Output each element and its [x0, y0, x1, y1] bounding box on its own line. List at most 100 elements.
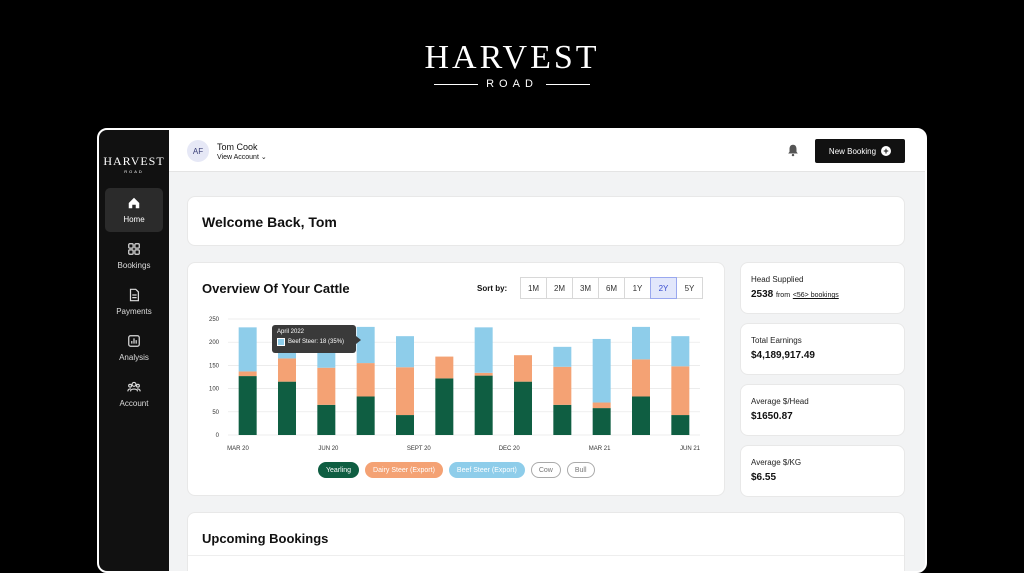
grid-icon	[128, 243, 140, 255]
new-booking-button[interactable]: New Booking +	[815, 139, 905, 163]
y-tick-label: 250	[209, 317, 220, 323]
bar-segment-1	[592, 408, 611, 435]
bar-segment-2	[356, 363, 375, 397]
bar-segment-2	[435, 356, 454, 379]
bar-segment-3	[592, 338, 611, 403]
page-title: Welcome Back, Tom	[202, 214, 337, 230]
bar-segment-2	[238, 371, 257, 377]
bar-segment-1	[632, 396, 650, 435]
upcoming-bookings-card: Upcoming Bookings	[187, 512, 905, 571]
chevron-down-icon: ⌄	[260, 154, 267, 161]
legend-cow[interactable]: Cow	[530, 462, 561, 478]
range-1m-button[interactable]: 1M	[520, 277, 547, 299]
range-3m-button[interactable]: 3M	[572, 277, 599, 299]
stat-label: Average $/KG	[751, 458, 802, 467]
overview-card: Overview Of Your Cattle Sort by: 1M 2M 3…	[187, 262, 725, 496]
stat-label: Total Earnings	[751, 336, 802, 345]
stat-label: Head Supplied	[751, 275, 804, 284]
bar-segment-3	[396, 336, 414, 368]
sidebar: HARVEST ROAD Home Bookings Payments Anal…	[99, 130, 169, 571]
bar-segment-1	[553, 404, 572, 435]
bar-segment-3	[238, 327, 257, 372]
legend-yearling[interactable]: Yearling	[318, 462, 360, 478]
sidebar-item-payments[interactable]: Payments	[105, 280, 163, 324]
user-name: Tom Cook	[217, 142, 258, 152]
x-tick-label: JUN 20	[318, 446, 339, 452]
range-selector: 1M 2M 3M 6M 1Y 2Y 5Y	[520, 277, 703, 299]
chart-legend: Yearling Dairy Steer (Export) Beef Steer…	[318, 462, 595, 478]
sidebar-item-label: Analysis	[119, 353, 149, 362]
range-6m-button[interactable]: 6M	[598, 277, 625, 299]
bar-segment-2	[396, 367, 414, 416]
bell-icon[interactable]	[786, 143, 800, 157]
legend-beef-steer[interactable]: Beef Steer (Export)	[448, 462, 525, 478]
bar-segment-2	[514, 355, 532, 382]
y-tick-label: 50	[212, 410, 219, 416]
bar-segment-3	[356, 326, 375, 364]
chart-tooltip: April 2022 Beef Steer: 18 (35%)	[272, 325, 361, 353]
bar-segment-3	[632, 326, 650, 360]
range-2y-button[interactable]: 2Y	[650, 277, 677, 299]
bar-segment-1	[474, 375, 493, 435]
bookings-link[interactable]: <56> bookings	[793, 292, 839, 299]
bar-segment-1	[435, 378, 454, 435]
stat-average-per-kg: Average $/KG $6.55	[740, 445, 905, 497]
view-account-menu[interactable]: View Account ⌄	[217, 153, 267, 161]
stat-value: $1650.87	[751, 411, 793, 422]
bar-segment-2	[671, 366, 690, 416]
range-5y-button[interactable]: 5Y	[676, 277, 703, 299]
sort-label: Sort by:	[477, 284, 508, 293]
x-tick-label: JUN 21	[680, 446, 701, 452]
bar-segment-2	[553, 366, 572, 405]
sidebar-item-bookings[interactable]: Bookings	[105, 234, 163, 278]
bar-segment-1	[356, 396, 375, 435]
overview-title: Overview Of Your Cattle	[202, 281, 350, 296]
x-tick-label: MAR 21	[589, 446, 611, 452]
sidebar-item-account[interactable]: Account	[105, 372, 163, 416]
upcoming-title: Upcoming Bookings	[202, 531, 329, 546]
tooltip-text: Beef Steer: 18 (35%)	[288, 339, 345, 345]
bar-segment-1	[396, 415, 414, 435]
top-bar: AF Tom Cook View Account ⌄ New Booking +	[169, 130, 925, 172]
brand-logo: HARVEST ROAD	[0, 39, 1024, 91]
sidebar-logo: HARVEST ROAD	[103, 154, 165, 174]
users-icon	[127, 381, 141, 392]
avatar[interactable]: AF	[187, 140, 209, 162]
brand-name: HARVEST	[424, 39, 600, 76]
plus-icon: +	[881, 146, 892, 156]
bar-segment-3	[553, 346, 572, 367]
stat-value: $4,189,917.49	[751, 350, 815, 361]
range-1y-button[interactable]: 1Y	[624, 277, 651, 299]
bar-segment-1	[317, 404, 336, 435]
y-tick-label: 0	[216, 433, 220, 439]
sidebar-item-label: Account	[119, 399, 149, 408]
tooltip-swatch	[277, 338, 285, 346]
sidebar-item-label: Bookings	[117, 261, 151, 270]
y-tick-label: 150	[209, 363, 220, 369]
legend-bull[interactable]: Bull	[566, 462, 595, 478]
y-tick-label: 100	[209, 387, 220, 393]
sidebar-item-label: Payments	[116, 307, 152, 316]
legend-dairy-steer[interactable]: Dairy Steer (Export)	[365, 462, 443, 478]
bar-segment-3	[671, 336, 690, 367]
bar-segment-2	[632, 359, 650, 397]
x-tick-label: SEPT 20	[407, 446, 432, 452]
bar-segment-1	[671, 415, 690, 435]
sidebar-item-analysis[interactable]: Analysis	[105, 326, 163, 370]
stat-value: $6.55	[751, 472, 777, 483]
stat-total-earnings: Total Earnings $4,189,917.49	[740, 323, 905, 375]
range-2m-button[interactable]: 2M	[546, 277, 573, 299]
x-tick-label: DEC 20	[499, 446, 521, 452]
x-tick-label: MAR 20	[227, 446, 249, 452]
tooltip-title: April 2022	[277, 329, 305, 335]
stat-average-per-head: Average $/Head $1650.87	[740, 384, 905, 436]
bar-segment-1	[278, 381, 296, 435]
chart-icon	[128, 335, 140, 347]
bar-segment-1	[238, 376, 257, 435]
bar-segment-1	[514, 381, 532, 435]
y-tick-label: 200	[209, 340, 220, 346]
sidebar-item-home[interactable]: Home	[105, 188, 163, 232]
stat-label: Average $/Head	[751, 397, 809, 406]
sidebar-item-label: Home	[123, 215, 145, 224]
home-icon	[128, 197, 140, 209]
